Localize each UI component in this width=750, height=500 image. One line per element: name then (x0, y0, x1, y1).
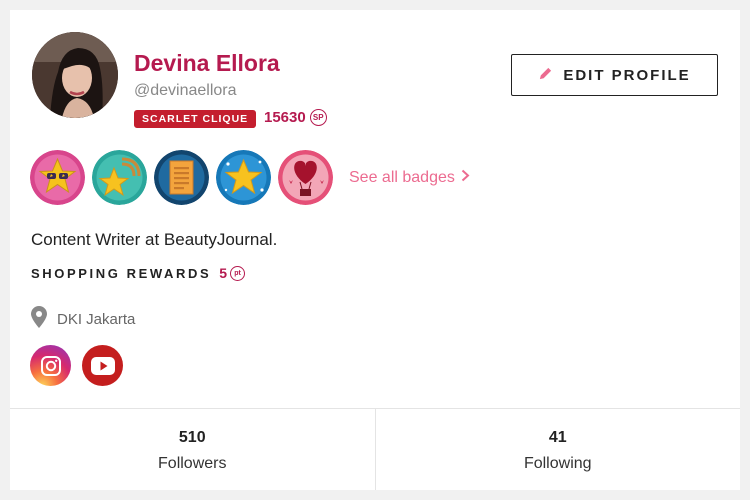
location-text: DKI Jakarta (57, 310, 136, 328)
rewards-label: SHOPPING REWARDS (31, 265, 212, 281)
followers-stat[interactable]: 510 Followers (10, 409, 375, 490)
edit-profile-label: EDIT PROFILE (563, 66, 691, 84)
profile-bio: Content Writer at BeautyJournal. (31, 230, 278, 249)
receipt-badge-icon[interactable] (154, 150, 209, 205)
star-sunglasses-badge-icon[interactable] (30, 150, 85, 205)
edit-profile-button[interactable]: EDIT PROFILE (511, 54, 718, 96)
star-sparkle-badge-icon[interactable] (216, 150, 271, 205)
shopping-rewards: SHOPPING REWARDS 5 pt (31, 265, 246, 281)
see-all-label: See all badges (349, 168, 455, 186)
instagram-icon[interactable] (30, 345, 71, 386)
beauty-points: 15630 SP (264, 109, 327, 126)
location-pin-icon (31, 306, 47, 332)
badge-row: See all badges (30, 150, 470, 205)
avatar[interactable] (32, 32, 118, 118)
profile-card: Devina Ellora @devinaellora SCARLET CLIQ… (10, 10, 740, 490)
see-all-badges-link[interactable]: See all badges (349, 169, 470, 187)
location: DKI Jakarta (31, 306, 135, 332)
profile-handle: @devinaellora (134, 82, 237, 99)
following-count: 41 (548, 429, 567, 446)
following-label: Following (523, 455, 592, 472)
following-stat[interactable]: 41 Following (374, 409, 741, 490)
followers-count: 510 (178, 429, 206, 446)
rewards-value: 5 pt (219, 265, 246, 281)
rewards-amount: 5 (219, 265, 228, 281)
pt-icon: pt (230, 265, 246, 281)
youtube-icon[interactable] (82, 345, 123, 386)
social-links (30, 345, 123, 386)
pencil-icon (538, 66, 553, 85)
sp-points-icon: SP (309, 109, 327, 126)
follow-stats: 510 Followers 41 Following (10, 408, 740, 490)
clique-badge: SCARLET CLIQUE (134, 110, 257, 128)
profile-name: Devina Ellora (134, 50, 280, 76)
chevron-right-icon (461, 169, 470, 187)
followers-label: Followers (158, 455, 227, 472)
points-value: 15630 (264, 109, 306, 126)
star-signal-badge-icon[interactable] (92, 150, 147, 205)
heart-balloon-badge-icon[interactable] (278, 150, 333, 205)
